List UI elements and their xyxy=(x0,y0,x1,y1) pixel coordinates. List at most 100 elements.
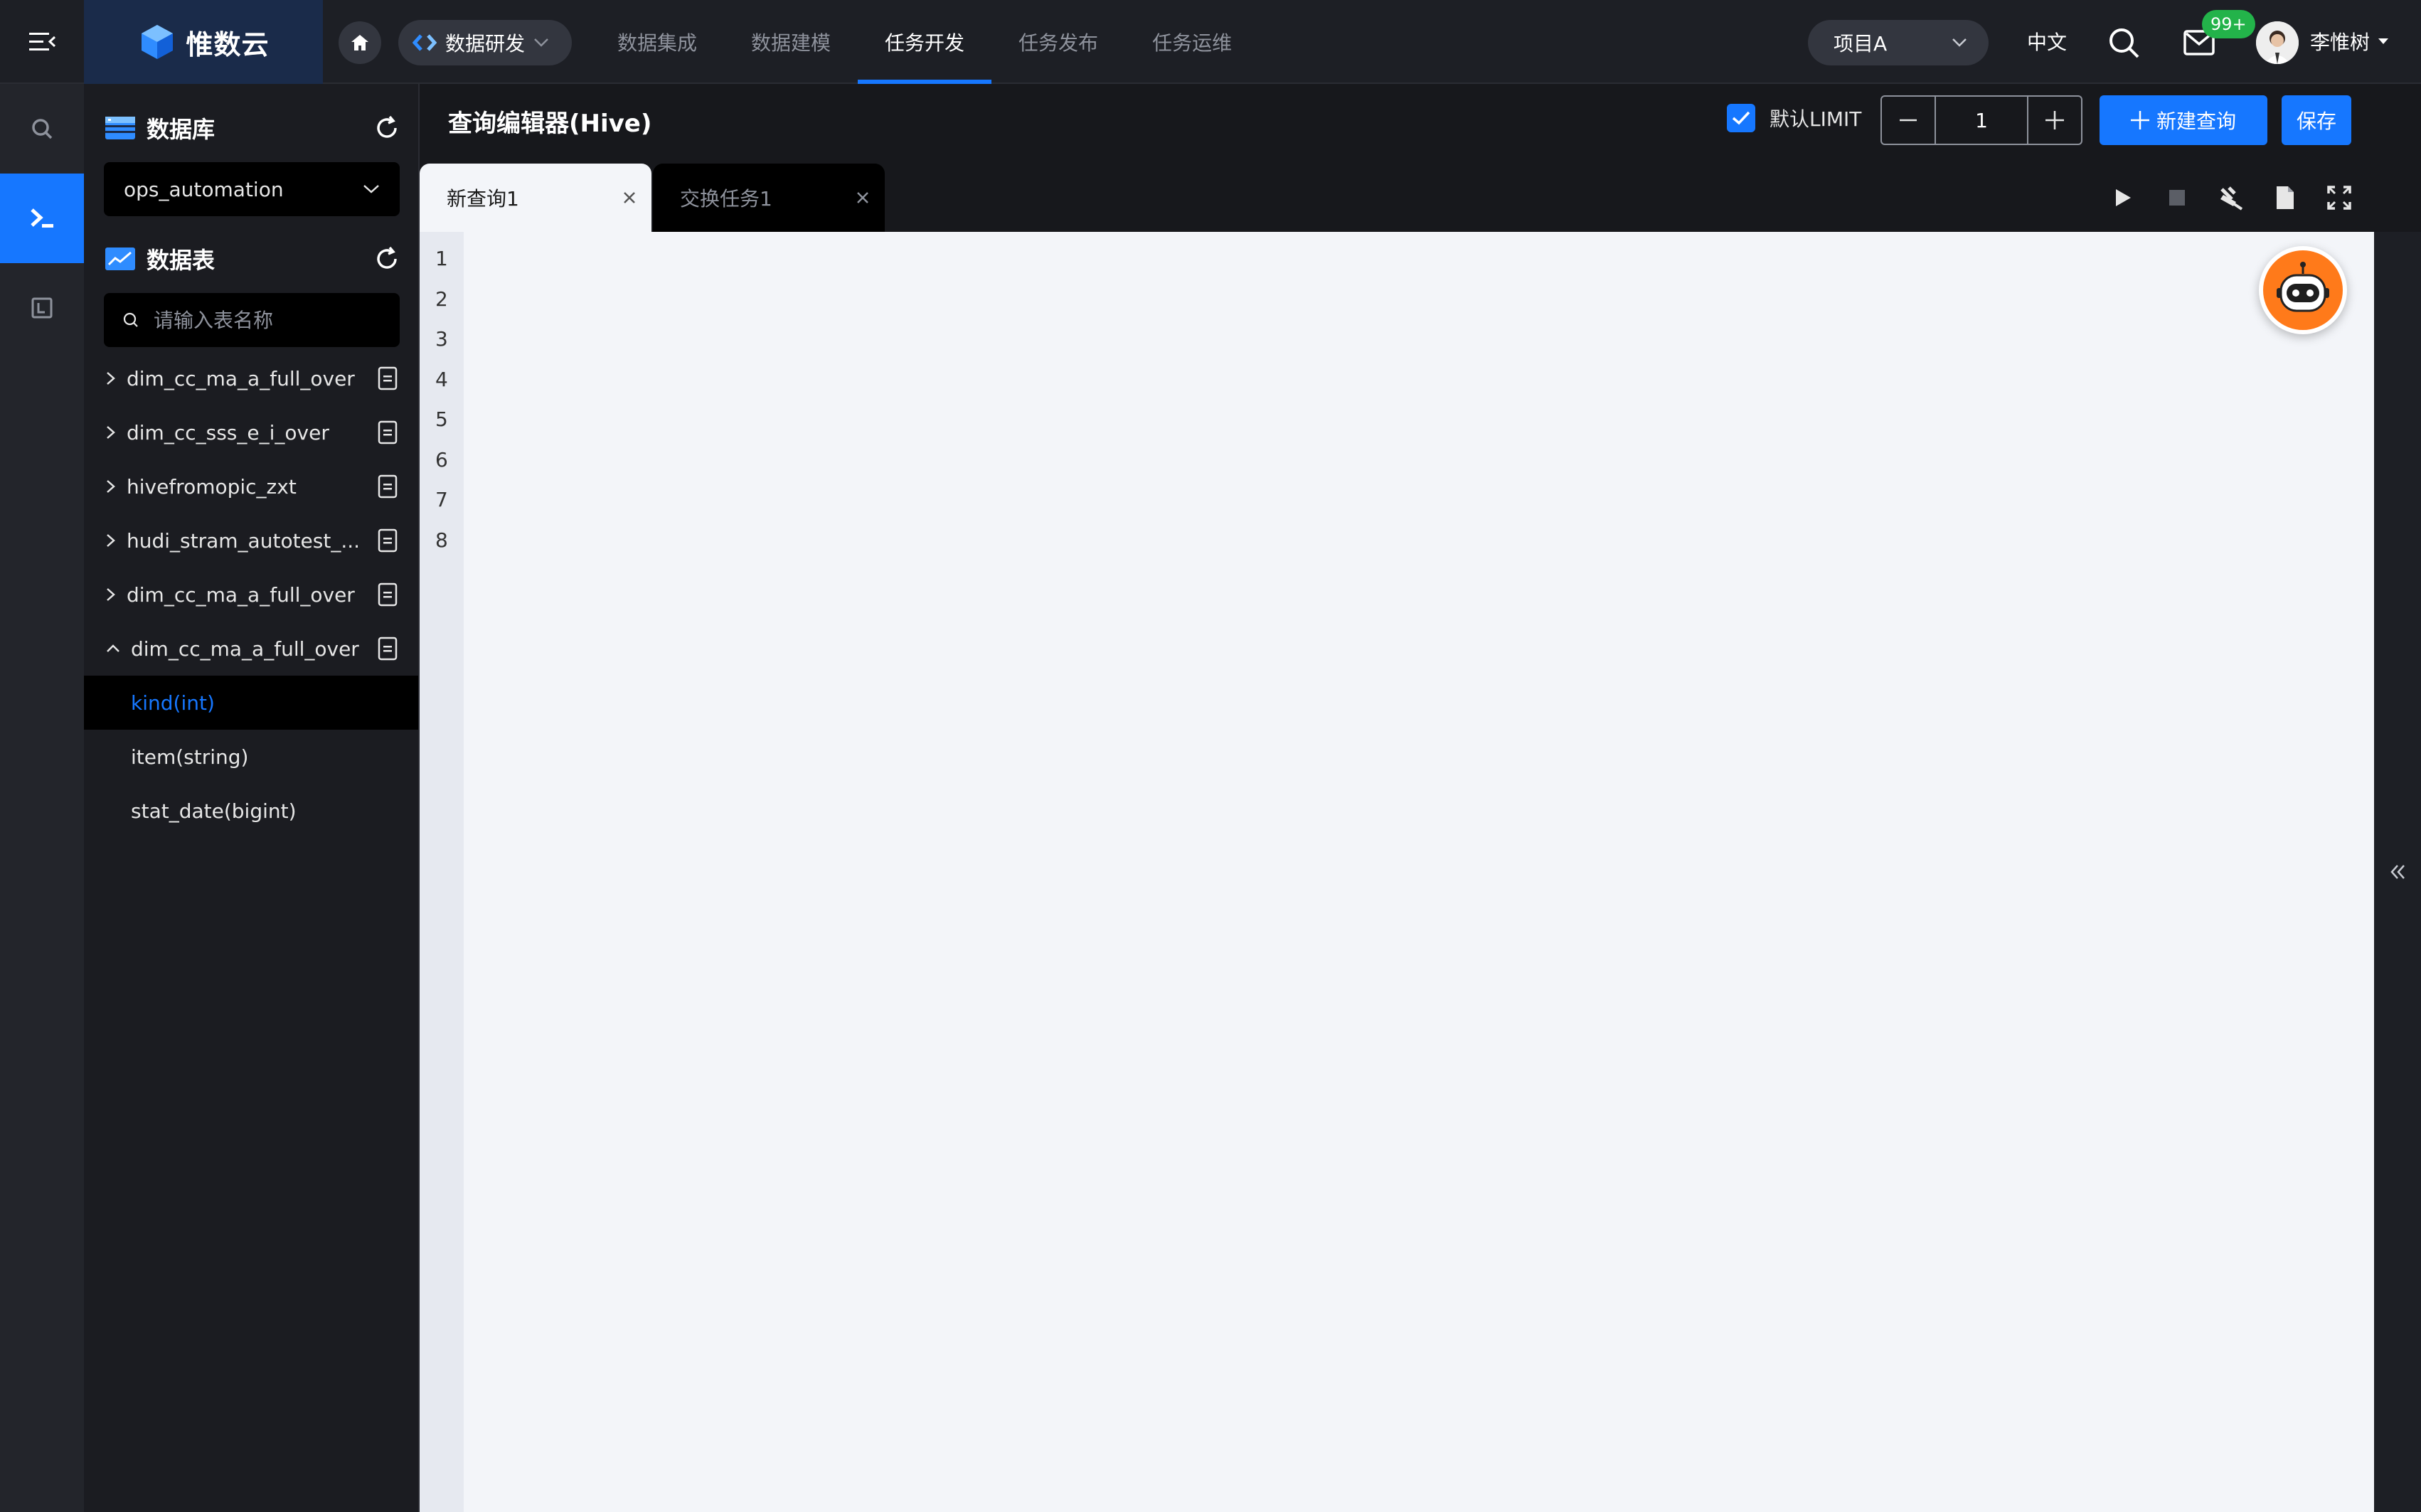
plus-icon xyxy=(2045,111,2064,129)
table-item-expanded[interactable]: dim_cc_ma_a_full_over xyxy=(84,622,418,676)
tables-title: 数据表 xyxy=(147,247,216,274)
refresh-icon[interactable] xyxy=(374,246,400,272)
explorer-sidebar: 数据库 ops_automation 数据表 dim_cc_ma_a_full_… xyxy=(84,84,420,1512)
fullscreen-icon[interactable] xyxy=(2326,178,2353,218)
database-icon xyxy=(105,117,135,139)
line-number: 2 xyxy=(435,287,448,311)
document-icon[interactable] xyxy=(374,635,401,662)
table-search xyxy=(104,293,400,347)
module-switcher[interactable]: 数据研发 xyxy=(398,20,572,65)
chevron-right-icon[interactable] xyxy=(105,479,117,494)
terminal-icon xyxy=(31,208,53,228)
logo-cube-icon xyxy=(142,25,174,59)
table-name: dim_cc_ma_a_full_over xyxy=(127,366,355,390)
limit-value[interactable]: 1 xyxy=(1935,97,2028,144)
code-icon xyxy=(413,34,437,51)
table-item[interactable]: hivefromopic_zxt xyxy=(84,459,418,513)
search-icon[interactable] xyxy=(2107,26,2141,60)
line-number: 7 xyxy=(435,488,448,511)
limit-stepper: 1 xyxy=(1880,95,2082,145)
plus-button[interactable] xyxy=(2028,97,2081,144)
run-icon[interactable] xyxy=(2109,178,2137,218)
nav-data-integration[interactable]: 数据集成 xyxy=(590,0,724,84)
main-nav: 数据集成 数据建模 任务开发 任务发布 任务运维 xyxy=(590,0,1259,84)
column-item[interactable]: stat_date(bigint) xyxy=(84,784,418,838)
minus-button[interactable] xyxy=(1882,97,1935,144)
database-title: 数据库 xyxy=(147,116,216,143)
line-number: 3 xyxy=(435,327,448,351)
tab-query-1[interactable]: 新查询1 xyxy=(420,164,651,232)
checkbox-checked-icon[interactable] xyxy=(1727,104,1755,132)
save-button[interactable]: 保存 xyxy=(2282,95,2351,145)
close-icon[interactable] xyxy=(855,190,871,206)
home-button[interactable] xyxy=(339,21,381,64)
document-icon[interactable] xyxy=(374,473,401,500)
table-tree: dim_cc_ma_a_full_over dim_cc_sss_e_i_ove… xyxy=(84,351,418,838)
rail-panel[interactable] xyxy=(0,263,84,353)
user-menu[interactable]: 李惟树 xyxy=(2310,27,2390,55)
table-name: hivefromopic_zxt xyxy=(127,474,297,499)
document-icon[interactable] xyxy=(374,581,401,608)
chevron-right-icon[interactable] xyxy=(105,371,117,386)
chevron-up-icon[interactable] xyxy=(105,643,121,654)
table-item[interactable]: dim_cc_ma_a_full_over xyxy=(84,568,418,622)
app-root: 惟数云 数据研发 数据集成 数据建模 任务开发 任务发布 任务运维 项目A 中文… xyxy=(0,0,2421,1512)
table-item[interactable]: dim_cc_ma_a_full_over xyxy=(84,351,418,405)
table-search-input[interactable] xyxy=(154,308,381,332)
refresh-icon[interactable] xyxy=(374,115,400,141)
line-number: 8 xyxy=(435,528,448,552)
document-icon[interactable] xyxy=(374,527,401,554)
table-item[interactable]: dim_cc_sss_e_i_over xyxy=(84,405,418,459)
avatar[interactable] xyxy=(2256,21,2299,64)
line-number: 1 xyxy=(435,247,448,270)
left-icon-rail xyxy=(0,84,84,1512)
close-icon[interactable] xyxy=(622,190,637,206)
chevron-right-icon[interactable] xyxy=(105,425,117,440)
project-value: 项目A xyxy=(1834,32,1888,55)
ai-assistant-robot-icon[interactable] xyxy=(2259,246,2347,334)
format-icon[interactable] xyxy=(2218,178,2245,218)
column-item-selected[interactable]: kind(int) xyxy=(84,676,418,730)
nav-data-modeling[interactable]: 数据建模 xyxy=(724,0,858,84)
double-chevron-left-icon[interactable] xyxy=(2388,863,2407,881)
rail-search[interactable] xyxy=(0,84,84,174)
default-limit-checkbox[interactable]: 默认LIMIT xyxy=(1727,104,1861,132)
rail-terminal[interactable] xyxy=(0,174,84,263)
database-select[interactable]: ops_automation xyxy=(104,162,400,216)
page-title: 查询编辑器(Hive) xyxy=(448,110,652,138)
logo-text: 惟数云 xyxy=(186,28,270,60)
caret-down-icon xyxy=(2378,38,2389,44)
document-icon[interactable] xyxy=(374,419,401,446)
editor-toolbar xyxy=(2109,178,2353,218)
user-name: 李惟树 xyxy=(2310,31,2371,54)
document-icon[interactable] xyxy=(374,365,401,392)
language-switch[interactable]: 中文 xyxy=(2027,27,2067,55)
table-chart-icon xyxy=(105,247,135,270)
tab-exchange-task-1[interactable]: 交换任务1 xyxy=(653,164,885,232)
module-label: 数据研发 xyxy=(445,32,526,55)
mail-badge: 99+ xyxy=(2202,10,2255,38)
editor-header: 查询编辑器(Hive) 默认LIMIT 1 新建查询 保存 xyxy=(420,84,2421,164)
line-number-gutter: 1 2 3 4 5 6 7 8 xyxy=(420,232,464,1512)
search-icon xyxy=(123,312,138,327)
tab-label: 交换任务1 xyxy=(680,187,772,211)
table-name: hudi_stram_autotest_... xyxy=(127,528,361,553)
file-icon[interactable] xyxy=(2272,178,2299,218)
nav-task-release[interactable]: 任务发布 xyxy=(991,0,1125,84)
menu-toggle-icon[interactable] xyxy=(0,0,84,84)
nav-task-development[interactable]: 任务开发 xyxy=(858,0,992,84)
nav-task-operations[interactable]: 任务运维 xyxy=(1125,0,1259,84)
code-editor[interactable]: 1 2 3 4 5 6 7 8 xyxy=(420,232,2374,1512)
table-name: dim_cc_sss_e_i_over xyxy=(127,420,329,444)
stop-icon[interactable] xyxy=(2164,178,2191,218)
chevron-right-icon[interactable] xyxy=(105,587,117,602)
chevron-right-icon[interactable] xyxy=(105,533,117,548)
chevron-down-icon xyxy=(1952,38,1967,47)
table-item[interactable]: hudi_stram_autotest_... xyxy=(84,513,418,568)
column-item[interactable]: item(string) xyxy=(84,730,418,784)
default-limit-label: 默认LIMIT xyxy=(1770,107,1862,131)
project-select[interactable]: 项目A xyxy=(1808,20,1989,65)
chevron-down-icon xyxy=(363,185,379,193)
database-section-header: 数据库 xyxy=(104,108,400,148)
new-query-button[interactable]: 新建查询 xyxy=(2100,95,2267,145)
